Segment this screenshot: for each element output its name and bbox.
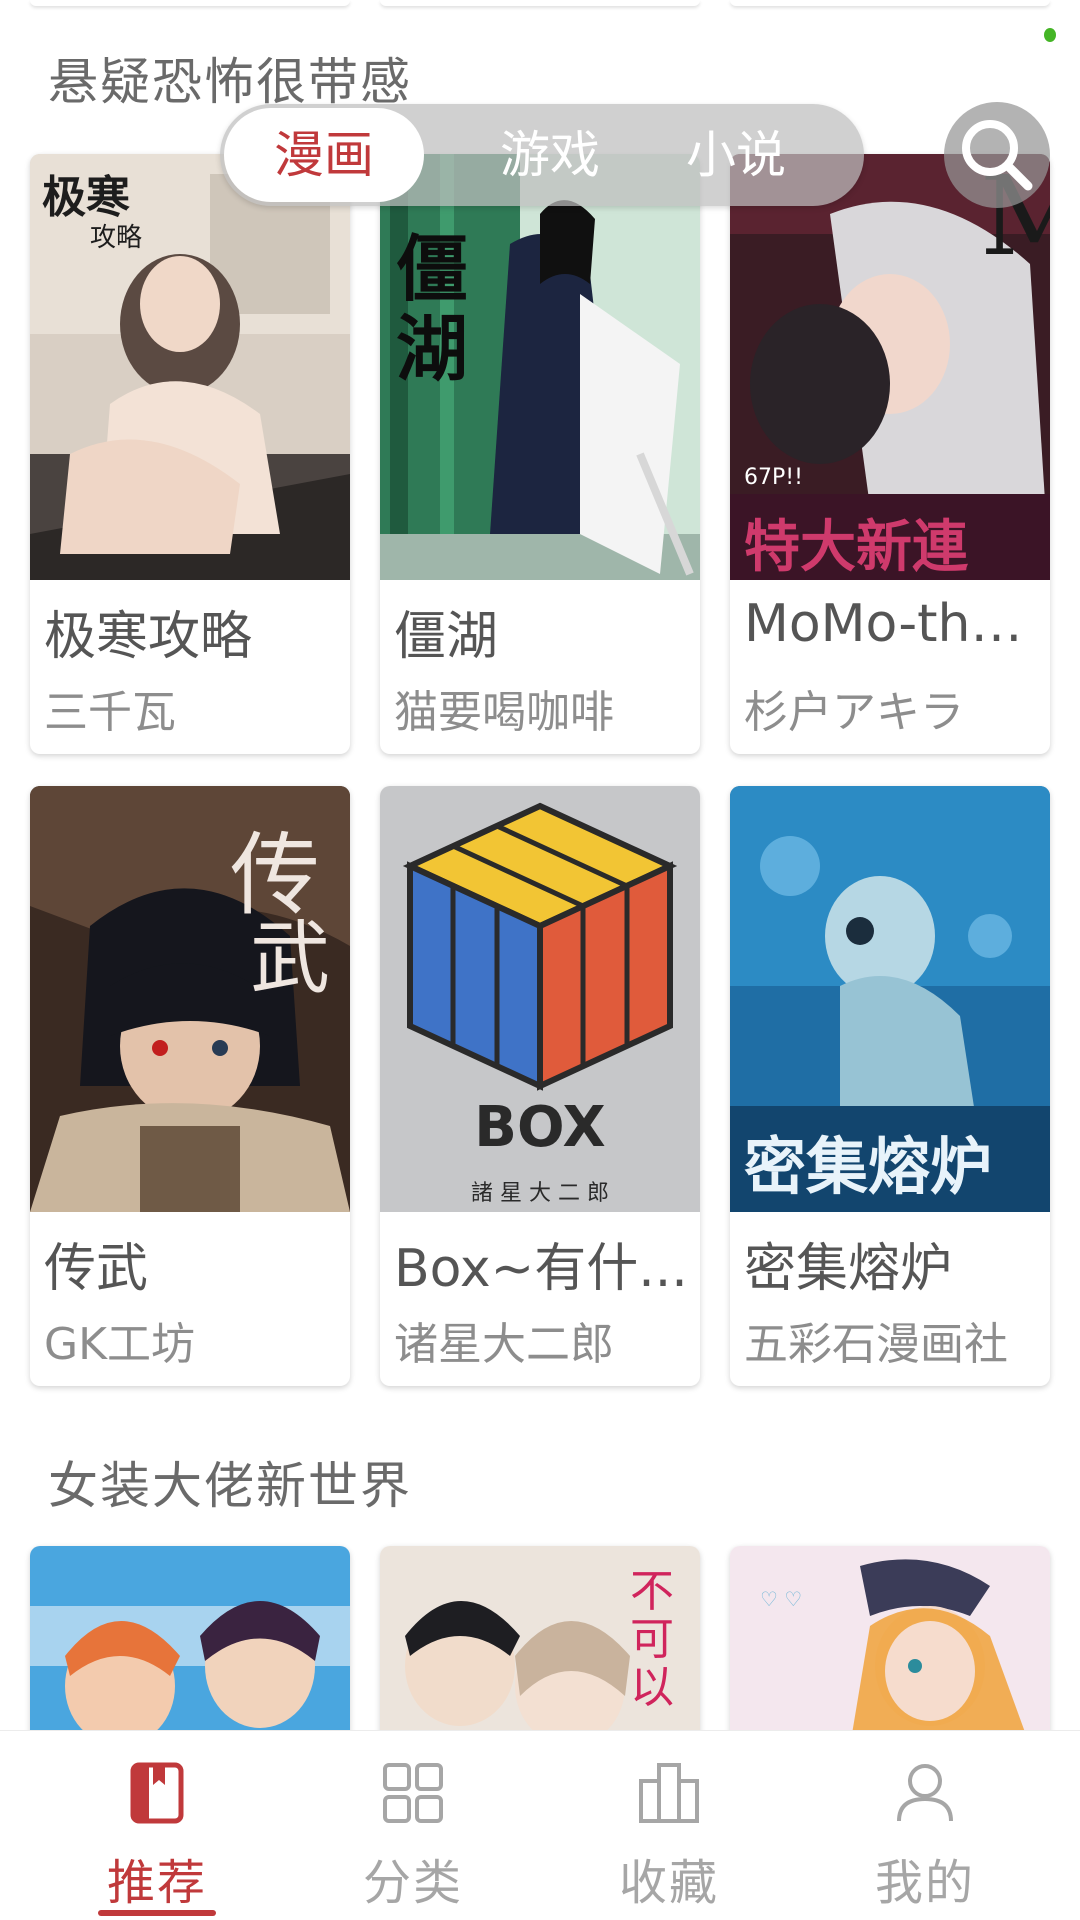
svg-text:攻略: 攻略: [90, 223, 142, 253]
comic-title: 密集熔炉: [744, 1239, 953, 1299]
nav-recommend[interactable]: 推荐: [57, 1731, 257, 1920]
comic-cover: 特大新連 M 67P!!: [730, 154, 1050, 580]
book-icon: [130, 1762, 184, 1824]
svg-text:特大新連: 特大新連: [744, 515, 969, 580]
svg-text:密集熔炉: 密集熔炉: [744, 1130, 992, 1203]
bottom-navigation: 推荐 分类 收藏 我的: [0, 1730, 1080, 1920]
previous-row-remnant: [0, 0, 1080, 8]
svg-text:BOX: BOX: [474, 1095, 605, 1160]
nav-me[interactable]: 我的: [825, 1731, 1025, 1920]
comic-cover: 极寒 攻略: [30, 154, 350, 580]
nav-label: 分类: [362, 1855, 463, 1911]
nav-label: 收藏: [618, 1855, 719, 1911]
comic-card[interactable]: 极寒 攻略 极寒攻略 三千瓦: [30, 154, 350, 754]
comic-card[interactable]: 不 可 以: [380, 1546, 700, 1736]
tab-novels[interactable]: 小说: [636, 104, 836, 206]
comic-cover: 传 武: [30, 786, 350, 1212]
comic-author: 诸星大二郎: [394, 1319, 614, 1370]
comic-card[interactable]: 僵 湖 僵湖 猫要喝咖啡: [380, 154, 700, 754]
svg-text:♡ ♡: ♡ ♡: [760, 1587, 802, 1611]
comic-card[interactable]: 传 武 传武 GK工坊: [30, 786, 350, 1386]
comic-title: 僵湖: [394, 607, 499, 667]
nav-label: 我的: [874, 1855, 975, 1911]
search-icon: [962, 120, 1033, 191]
section-title-crossdressing: 女装大佬新世界: [48, 1457, 412, 1515]
comic-author: 三千瓦: [44, 687, 176, 738]
active-nav-indicator: [98, 1910, 216, 1916]
comic-card[interactable]: ♡ ♡: [730, 1546, 1050, 1736]
svg-text:不: 不: [630, 1566, 674, 1617]
comic-title: Box~有什...: [394, 1239, 688, 1299]
comic-author: 杉户アキラ: [744, 687, 964, 738]
svg-text:湖: 湖: [396, 306, 468, 391]
svg-text:67P!!: 67P!!: [744, 465, 803, 490]
comic-cover: 僵 湖: [380, 154, 700, 580]
comic-cover: 密集熔炉: [730, 786, 1050, 1212]
online-indicator-dot: [1044, 28, 1056, 42]
tab-comics[interactable]: 漫画: [224, 104, 424, 206]
bookshelf-icon: [639, 1763, 699, 1823]
tab-games[interactable]: 游戏: [450, 104, 650, 206]
comic-author: 猫要喝咖啡: [394, 687, 614, 738]
comic-cover: ♡ ♡: [730, 1546, 1050, 1736]
user-icon: [897, 1764, 953, 1822]
comic-card[interactable]: BOX 諸 星 大 二 郎 Box~有什... 诸星大二郎: [380, 786, 700, 1386]
svg-text:武: 武: [250, 912, 330, 1005]
content-type-tabs: 漫画 游戏 小说: [220, 104, 864, 206]
svg-text:諸 星 大 二 郎: 諸 星 大 二 郎: [471, 1181, 609, 1206]
svg-text:极寒: 极寒: [42, 172, 130, 223]
comic-title: 极寒攻略: [44, 607, 253, 667]
svg-text:可: 可: [630, 1614, 674, 1665]
grid-icon: [383, 1763, 443, 1823]
comic-cover: BOX 諸 星 大 二 郎: [380, 786, 700, 1212]
search-button[interactable]: [944, 102, 1050, 208]
comic-card[interactable]: 特大新連 M 67P!! MoMo-the... 杉户アキラ: [730, 154, 1050, 754]
nav-label: 推荐: [106, 1855, 207, 1911]
comic-title: 传武: [44, 1239, 149, 1299]
comic-cover: 不 可 以: [380, 1546, 700, 1736]
comic-card[interactable]: [30, 1546, 350, 1736]
nav-category[interactable]: 分类: [313, 1731, 513, 1920]
comic-author: 五彩石漫画社: [744, 1319, 1008, 1370]
comic-cover: [30, 1546, 350, 1736]
nav-favorites[interactable]: 收藏: [569, 1731, 769, 1920]
comic-author: GK工坊: [44, 1319, 195, 1370]
svg-text:以: 以: [630, 1662, 674, 1713]
svg-text:僵: 僵: [396, 226, 468, 311]
comic-title: MoMo-the...: [744, 594, 1040, 654]
comic-card[interactable]: 密集熔炉 密集熔炉 五彩石漫画社: [730, 786, 1050, 1386]
